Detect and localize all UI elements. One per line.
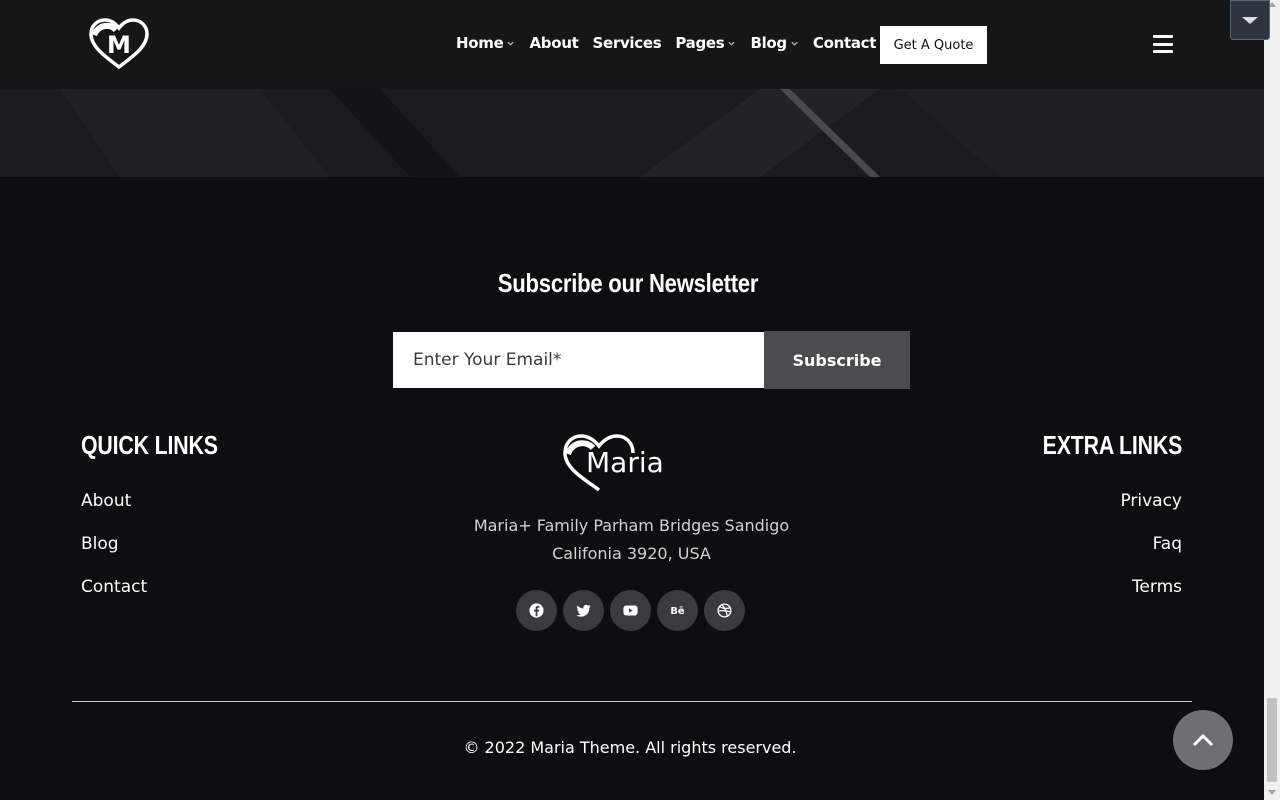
subscribe-button[interactable]: Subscribe — [764, 331, 910, 389]
nav-item-contact[interactable]: Contact — [812, 34, 877, 52]
chevron-down-icon — [791, 41, 798, 46]
get-a-quote-button[interactable]: Get A Quote — [880, 26, 987, 64]
caret-down-icon — [1242, 17, 1258, 24]
extra-link-terms[interactable]: Terms — [1132, 577, 1182, 597]
dribbble-icon[interactable] — [704, 590, 745, 631]
site-header: M Home About Services Pages Blog Contact… — [0, 0, 1264, 89]
dropdown-toggle-button[interactable] — [1230, 0, 1270, 40]
twitter-icon[interactable] — [563, 590, 604, 631]
footer-logo[interactable]: Maria — [562, 432, 704, 494]
address-line-2: Califonia 3920, USA — [552, 544, 711, 563]
address-line-1: Maria+ Family Parham Bridges Sandigo — [473, 516, 790, 535]
extra-link-faq[interactable]: Faq — [1153, 534, 1182, 554]
nav-item-services[interactable]: Services — [592, 34, 661, 52]
copyright-text: © 2022 Maria Theme. All rights reserved. — [463, 738, 797, 757]
nav-item-about[interactable]: About — [529, 34, 578, 52]
nav-item-pages[interactable]: Pages — [675, 34, 736, 52]
email-input[interactable] — [393, 332, 764, 388]
chevron-up-icon — [1192, 733, 1214, 747]
nav-item-blog[interactable]: Blog — [750, 34, 798, 52]
nav-label: About — [529, 34, 579, 52]
quick-link-blog[interactable]: Blog — [81, 534, 119, 554]
logo-letter: M — [107, 31, 131, 59]
extra-links-title: EXTRA LINKS — [1042, 430, 1182, 460]
main-nav: Home About Services Pages Blog Contact — [456, 34, 890, 52]
quick-links-title: QUICK LINKS — [81, 430, 218, 460]
page-scrollbar[interactable] — [1264, 0, 1280, 800]
scroll-down-arrow-icon[interactable] — [1268, 790, 1276, 795]
youtube-icon[interactable] — [610, 590, 651, 631]
quick-link-contact[interactable]: Contact — [81, 577, 147, 597]
footer-address: Maria+ Family Parham Bridges Sandigo Cal… — [400, 512, 863, 568]
logo-icon[interactable]: M — [88, 17, 150, 69]
facebook-icon[interactable] — [516, 590, 557, 631]
nav-label: Home — [456, 34, 504, 52]
nav-label: Blog — [750, 34, 787, 52]
svg-text:Bē: Bē — [670, 606, 685, 617]
brand-name: Maria — [586, 446, 664, 479]
back-to-top-button[interactable] — [1173, 710, 1233, 770]
chevron-down-icon — [507, 41, 515, 46]
newsletter-title: Subscribe our Newsletter — [497, 268, 759, 298]
scrollbar-thumb[interactable] — [1267, 698, 1277, 782]
nav-label: Pages — [675, 34, 725, 52]
nav-label: Services — [592, 34, 662, 52]
footer-divider — [72, 701, 1192, 702]
extra-link-privacy[interactable]: Privacy — [1120, 491, 1182, 511]
chevron-down-icon — [728, 41, 736, 46]
quick-link-about[interactable]: About — [81, 491, 131, 511]
nav-item-home[interactable]: Home — [456, 34, 515, 52]
behance-icon[interactable]: Bē — [657, 590, 698, 631]
nav-label: Contact — [812, 34, 877, 52]
hamburger-menu-icon[interactable] — [1153, 35, 1173, 53]
